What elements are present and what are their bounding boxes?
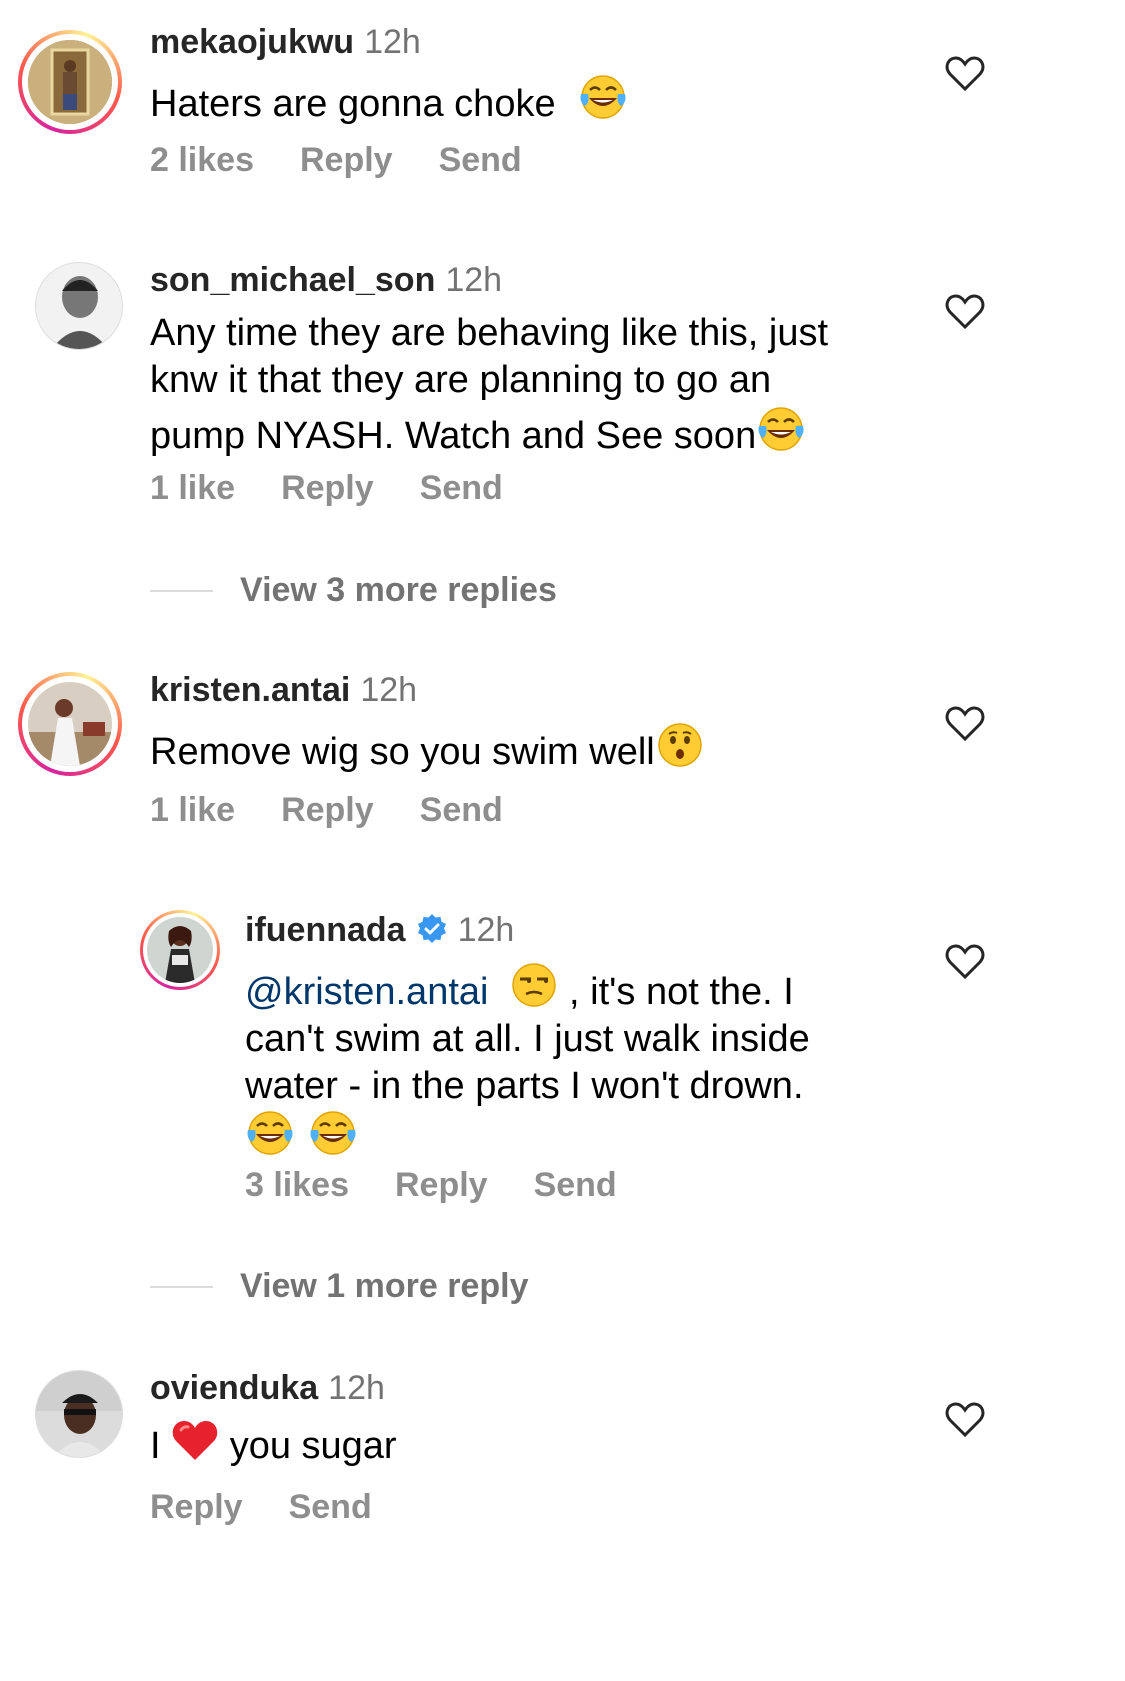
comment-text: I you sugar xyxy=(150,1418,397,1470)
divider-line xyxy=(150,590,213,592)
reply-button[interactable]: Reply xyxy=(395,1166,488,1204)
reply-button[interactable]: Reply xyxy=(281,469,374,507)
like-heart-icon[interactable] xyxy=(945,294,985,330)
avatar-photo xyxy=(28,40,112,124)
comment-actions: 2 likes Reply Send xyxy=(150,140,568,180)
avatar-photo xyxy=(28,682,112,766)
likes-count[interactable]: 2 likes xyxy=(150,141,254,179)
laughing-emoji-icon xyxy=(579,74,627,120)
avatar-photo xyxy=(36,263,122,349)
send-button[interactable]: Send xyxy=(439,141,522,179)
timestamp: 12h xyxy=(364,23,421,61)
view-more-replies-button[interactable]: View 1 more reply xyxy=(240,1266,529,1306)
comment-text: Haters are gonna choke xyxy=(150,72,628,128)
like-heart-icon[interactable] xyxy=(945,1402,985,1438)
unamused-face-icon xyxy=(512,963,556,1007)
comment-text: Any time they are behaving like this, ju… xyxy=(150,312,829,457)
red-heart-icon xyxy=(172,1421,218,1460)
timestamp: 12h xyxy=(445,261,503,299)
likes-count[interactable]: 1 like xyxy=(150,469,235,507)
avatar[interactable] xyxy=(35,1370,123,1458)
comment-actions: 1 like Reply Send xyxy=(150,790,549,830)
avatar-photo xyxy=(147,917,213,983)
laughing-emoji-icon xyxy=(246,1110,294,1156)
like-heart-icon[interactable] xyxy=(945,56,985,92)
comment-header: kristen.antai 12h xyxy=(150,670,417,710)
likes-count[interactable]: 1 like xyxy=(150,791,235,829)
mention-link[interactable]: @kristen.antai xyxy=(245,971,488,1013)
comment-text: Remove wig so you swim well xyxy=(150,720,705,776)
username[interactable]: mekaojukwu xyxy=(150,23,354,61)
username[interactable]: son_michael_son xyxy=(150,261,435,299)
timestamp: 12h xyxy=(360,671,418,709)
send-button[interactable]: Send xyxy=(289,1488,372,1526)
likes-count[interactable]: 3 likes xyxy=(245,1166,349,1204)
avatar-photo xyxy=(36,1371,122,1457)
like-heart-icon[interactable] xyxy=(945,706,985,742)
username[interactable]: ovienduka xyxy=(150,1369,318,1407)
verified-badge-icon xyxy=(417,914,446,943)
avatar[interactable] xyxy=(18,672,122,776)
timestamp: 12h xyxy=(328,1369,385,1407)
comment-header: son_michael_son 12h xyxy=(150,260,502,300)
comment-header: ifuennada 12h xyxy=(245,910,514,950)
comment-header: ovienduka 12h xyxy=(150,1368,385,1408)
comment-header: mekaojukwu 12h xyxy=(150,22,421,62)
avatar[interactable] xyxy=(18,30,122,134)
reply-button[interactable]: Reply xyxy=(281,791,374,829)
like-heart-icon[interactable] xyxy=(945,944,985,980)
view-more-replies-button[interactable]: View 3 more replies xyxy=(240,570,557,610)
hushed-face-icon xyxy=(657,723,702,767)
send-button[interactable]: Send xyxy=(420,469,503,507)
reply-button[interactable]: Reply xyxy=(300,141,393,179)
username[interactable]: ifuennada xyxy=(245,911,406,949)
send-button[interactable]: Send xyxy=(420,791,503,829)
divider-line xyxy=(150,1286,213,1288)
laughing-emoji-icon xyxy=(308,1110,357,1156)
comment-actions: Reply Send xyxy=(150,1487,418,1527)
laughing-emoji-icon xyxy=(757,406,805,452)
send-button[interactable]: Send xyxy=(534,1166,617,1204)
comment-text: @kristen.antai , it's not the. I can't s… xyxy=(245,960,905,1164)
avatar[interactable] xyxy=(35,262,123,350)
comment-actions: 3 likes Reply Send xyxy=(245,1165,663,1205)
avatar[interactable] xyxy=(140,910,220,990)
reply-button[interactable]: Reply xyxy=(150,1488,243,1526)
username[interactable]: kristen.antai xyxy=(150,671,350,709)
comment-actions: 1 like Reply Send xyxy=(150,468,549,508)
timestamp: 12h xyxy=(457,911,515,949)
